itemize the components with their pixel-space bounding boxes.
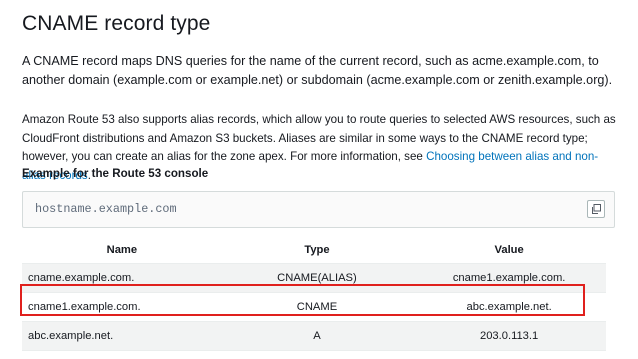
column-header-value: Value bbox=[412, 237, 606, 264]
column-header-name: Name bbox=[22, 237, 222, 264]
column-header-type: Type bbox=[221, 237, 413, 264]
highlight-box bbox=[20, 284, 585, 316]
table-row: abc.example.net. A 203.0.113.1 bbox=[22, 321, 606, 351]
record-name-cell: abc.example.net. bbox=[22, 321, 222, 351]
page-title: CNAME record type bbox=[22, 12, 211, 35]
copy-button[interactable] bbox=[587, 200, 605, 218]
record-value-cell: 203.0.113.1 bbox=[412, 321, 606, 351]
copy-icon bbox=[592, 204, 601, 214]
code-block: hostname.example.com bbox=[22, 191, 615, 228]
example-heading: Example for the Route 53 console bbox=[22, 167, 209, 180]
table-header-row: Name Type Value bbox=[22, 237, 606, 264]
intro-paragraph: A CNAME record maps DNS queries for the … bbox=[22, 54, 613, 87]
record-type-cell: A bbox=[221, 321, 413, 351]
code-text[interactable]: hostname.example.com bbox=[35, 202, 177, 216]
